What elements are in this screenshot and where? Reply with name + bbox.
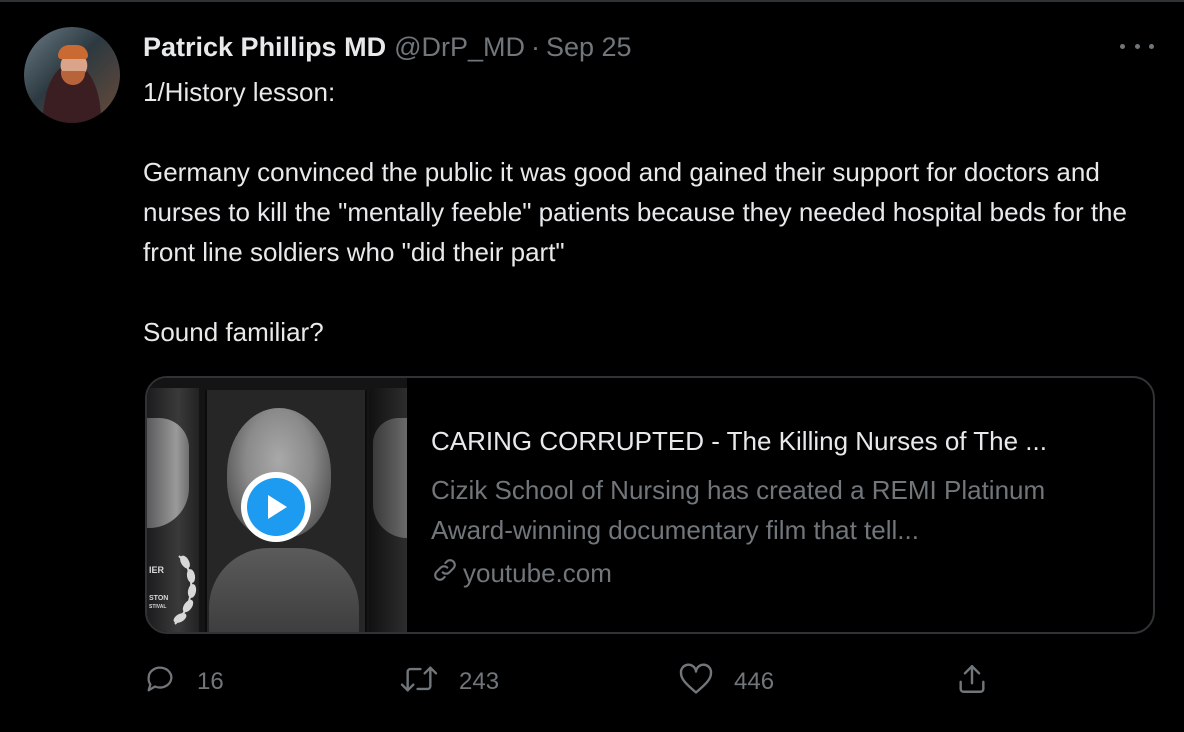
video-thumbnail[interactable]: IER STON STIVAL (147, 378, 407, 632)
avatar-beard (61, 71, 85, 85)
link-icon (431, 556, 463, 591)
reply-button[interactable]: 16 (143, 663, 224, 701)
laurel-text-3: STIVAL (149, 604, 167, 610)
tweet-text: 1/History lesson: Germany convinced the … (143, 72, 1143, 352)
avatar[interactable] (24, 27, 120, 123)
retweet-icon (399, 662, 439, 703)
like-count: 446 (734, 668, 775, 695)
tweet-line-1: 1/History lesson: (143, 77, 336, 107)
retweet-button[interactable]: 243 (399, 663, 499, 701)
tweet-line-2: Germany convinced the public it was good… (143, 157, 1127, 267)
tweet-date[interactable]: Sep 25 (546, 32, 632, 63)
reply-icon (143, 662, 177, 703)
more-icon[interactable] (1120, 36, 1154, 56)
separator-dot: · (531, 31, 540, 62)
like-icon (678, 662, 714, 703)
laurel-text-1: IER (149, 565, 165, 575)
reply-count: 16 (197, 668, 224, 695)
link-card[interactable]: IER STON STIVAL CARING CORRUPTED - The K… (145, 376, 1155, 634)
top-divider (0, 0, 1184, 2)
festival-laurel: IER STON STIVAL (149, 550, 197, 630)
retweet-count: 243 (459, 668, 500, 695)
play-icon (247, 478, 305, 536)
card-description: Cizik School of Nursing has created a RE… (431, 475, 1046, 545)
avatar-hair (58, 45, 88, 59)
author-handle[interactable]: @DrP_MD (394, 32, 525, 63)
thumbnail-portrait-shoulders (209, 548, 359, 632)
action-bar: 16 243 446 (143, 663, 1003, 701)
card-domain-text: youtube.com (463, 557, 612, 588)
share-icon (955, 662, 989, 703)
like-button[interactable]: 446 (678, 663, 774, 701)
card-domain[interactable]: youtube.com (431, 556, 612, 590)
author-name[interactable]: Patrick Phillips MD (143, 32, 386, 63)
tweet-header: Patrick Phillips MD @DrP_MD · Sep 25 (143, 30, 632, 64)
card-title[interactable]: CARING CORRUPTED - The Killing Nurses of… (431, 426, 1131, 457)
tweet-line-3: Sound familiar? (143, 317, 324, 347)
share-button[interactable] (955, 663, 989, 701)
laurel-text-2: STON (149, 595, 169, 602)
thumbnail-face-right (373, 418, 407, 538)
play-button[interactable] (241, 472, 311, 542)
